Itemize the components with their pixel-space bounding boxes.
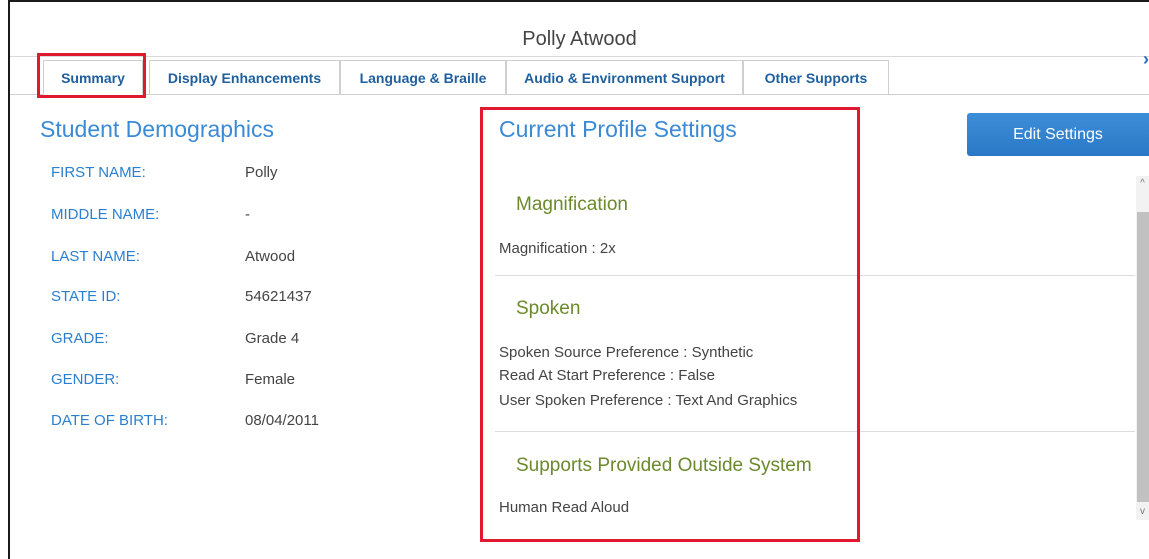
demo-value: Female (245, 371, 296, 388)
demo-value: 54621437 (245, 288, 312, 305)
demographics-title: Student Demographics (40, 116, 274, 142)
edit-settings-button[interactable]: Edit Settings (967, 113, 1149, 156)
scroll-up-icon[interactable]: ^ (1136, 176, 1149, 192)
scroll-down-icon[interactable]: v (1136, 504, 1149, 520)
demo-label: GENDER: (51, 371, 120, 388)
demo-label: LAST NAME: (51, 248, 140, 265)
demo-label: GRADE: (51, 330, 109, 347)
scrollbar-thumb[interactable] (1137, 212, 1149, 502)
profile-settings-highlight (480, 107, 860, 542)
demo-label: DATE OF BIRTH: (51, 412, 168, 429)
demo-value: - (245, 206, 250, 223)
demo-value: Atwood (245, 248, 296, 265)
demo-value: Grade 4 (245, 330, 300, 347)
tab-summary[interactable]: Summary (43, 60, 143, 95)
demo-value: Polly (245, 164, 278, 181)
tab-bar: Summary Display Enhancements Language & … (10, 57, 1149, 95)
tab-other-supports[interactable]: Other Supports (743, 60, 889, 94)
window-title: Polly Atwood (522, 28, 637, 50)
demo-value: 08/04/2011 (245, 412, 319, 429)
tab-audio-environment-support[interactable]: Audio & Environment Support (506, 60, 743, 94)
demo-label: STATE ID: (51, 288, 121, 305)
title-bar: Polly Atwood › (10, 2, 1149, 69)
tab-display-enhancements[interactable]: Display Enhancements (149, 60, 340, 94)
demo-label: FIRST NAME: (51, 164, 146, 181)
demo-label: MIDDLE NAME: (51, 206, 160, 223)
tab-language-braille[interactable]: Language & Braille (340, 60, 506, 94)
